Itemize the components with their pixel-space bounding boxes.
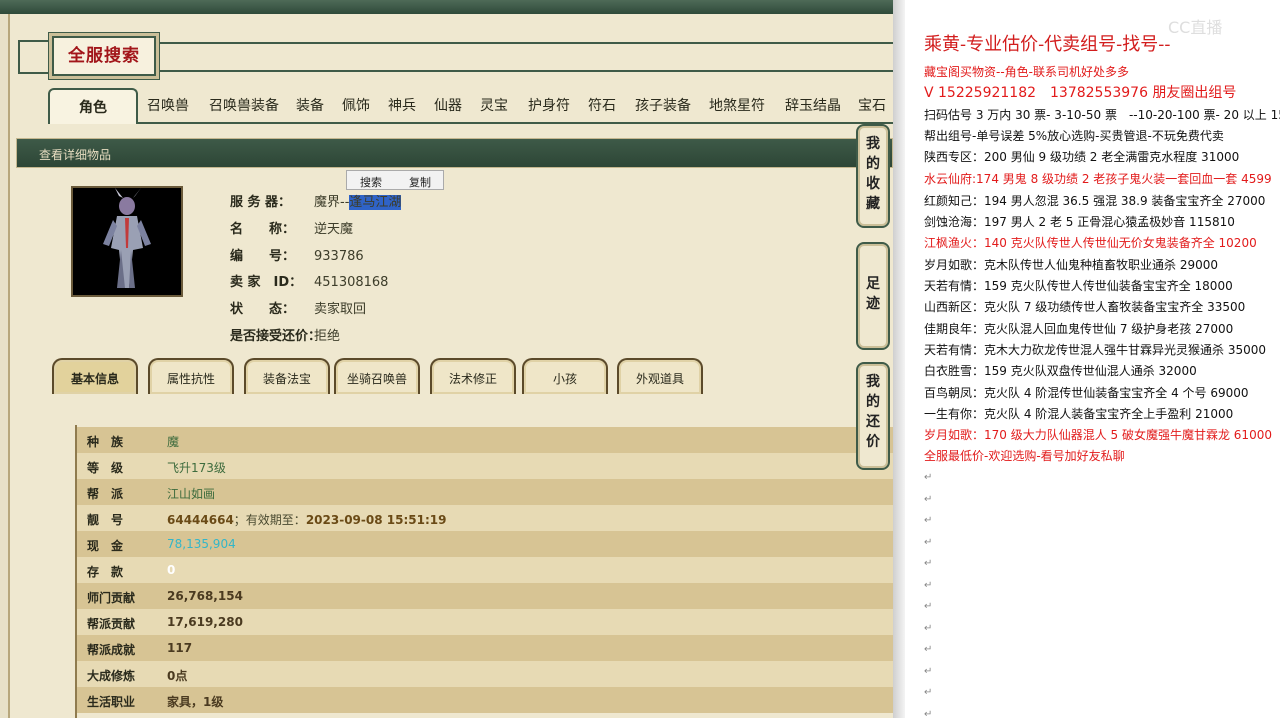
subtab-spell-correction[interactable]: 法术修正 xyxy=(430,358,516,394)
context-menu: 搜索 复制 xyxy=(346,170,444,190)
character-portrait xyxy=(71,186,183,297)
table-row: 大成修炼 0点 xyxy=(77,661,893,687)
notes-line: 岁月如歌：170 级大力队仙器混人 5 破女魔强牛魔甘霖龙 61000 xyxy=(924,428,1272,442)
table-row: 存 款0 xyxy=(77,557,893,583)
paragraph-mark-icon: ↵ xyxy=(924,472,933,483)
subtab-equipment[interactable]: 装备法宝 xyxy=(244,358,330,394)
paragraph-mark-icon: ↵ xyxy=(924,515,933,526)
selected-server-text[interactable]: 逢马江湖 xyxy=(349,195,402,210)
tab-immortal-artifact[interactable]: 仙器 xyxy=(430,88,466,122)
notes-line: 岁月如歌：克木队传世人仙鬼种植畜牧职业通杀 29000 xyxy=(924,258,1218,272)
panel-title: 全服搜索 xyxy=(68,46,140,66)
tab-spirit-treasure[interactable]: 灵宝 xyxy=(476,88,512,122)
paragraph-mark-icon: ↵ xyxy=(924,644,933,655)
side-tab-favorites[interactable]: 我的收藏 xyxy=(856,124,890,228)
notes-line: 全服最低价-欢迎选购-看号加好友私聊 xyxy=(924,449,1125,463)
subtab-mount-pet[interactable]: 坐骑召唤兽 xyxy=(334,358,420,394)
panel-divider xyxy=(893,0,905,718)
subtab-child[interactable]: 小孩 xyxy=(522,358,608,394)
table-row: 靓 号 64444664；有效期至：2023-09-08 15:51:19 xyxy=(77,505,893,531)
tab-child-equipment[interactable]: 孩子装备 xyxy=(630,88,696,122)
table-row: 帮派成就 117 xyxy=(77,635,893,661)
tab-accessory[interactable]: 佩饰 xyxy=(338,88,374,122)
notes-line: 剑蚀沧海：197 男人 2 老 5 正骨混心猿孟极妙音 115810 xyxy=(924,215,1235,229)
detail-subtabs: 基本信息 属性抗性 装备法宝 坐骑召唤兽 法术修正 小孩 外观道具 xyxy=(52,358,893,394)
tab-rune-stone[interactable]: 符石 xyxy=(584,88,620,122)
notes-line: 天若有情：159 克火队传世人传世仙装备宝宝齐全 18000 xyxy=(924,279,1233,293)
tab-pet[interactable]: 召唤兽 xyxy=(142,88,194,122)
tab-amulet[interactable]: 护身符 xyxy=(524,88,574,122)
paragraph-mark-icon: ↵ xyxy=(924,665,933,677)
table-row: 生活职业 家具，1级 xyxy=(77,687,893,713)
notes-line: 扫码估号 3 万内 30 票- 3-10-50 票 --10-20-100 票-… xyxy=(924,108,1280,122)
notes-line: 帮出组号-单号误差 5%放心选购-买贵管退-不玩免费代卖 xyxy=(924,129,1224,143)
notes-title: 乘黄-专业估价-代卖组号-找号-- xyxy=(924,34,1171,55)
category-tabs: 角色 召唤兽 召唤兽装备 装备 佩饰 神兵 仙器 灵宝 护身符 符石 孩子装备 … xyxy=(48,88,893,124)
info-name: 名 称： 逆天魔 xyxy=(230,222,354,237)
notes-line: 红颜知己：194 男人忽混 36.5 强混 38.9 装备宝宝齐全 27000 xyxy=(924,194,1266,208)
tab-divine-weapon[interactable]: 神兵 xyxy=(384,88,420,122)
info-offer: 是否接受还价：拒绝 xyxy=(230,329,341,344)
paragraph-mark-icon: ↵ xyxy=(924,687,933,698)
context-menu-search[interactable]: 搜索 xyxy=(360,174,382,190)
tab-pet-equipment[interactable]: 召唤兽装备 xyxy=(204,88,284,122)
detail-header-title: 查看详细物品 xyxy=(39,148,112,162)
table-row: 帮派贡献 17,619,280 xyxy=(77,609,893,635)
paragraph-mark-icon: ↵ xyxy=(924,493,933,505)
title-ornament xyxy=(18,40,48,74)
title-rail xyxy=(160,42,893,72)
tab-equipment[interactable]: 装备 xyxy=(292,88,328,122)
context-menu-copy[interactable]: 复制 xyxy=(409,174,431,190)
notes-line: 水云仙府:174 男鬼 8 级功绩 2 老孩子鬼火装一套回血一套 4599 xyxy=(924,172,1272,186)
tab-star-talisman[interactable]: 地煞星符 xyxy=(704,88,770,122)
table-row: 现 金 78,135,904 xyxy=(77,531,893,557)
tab-role[interactable]: 角色 xyxy=(48,88,138,124)
paragraph-mark-icon: ↵ xyxy=(924,579,933,591)
notes-line: 藏宝阁买物资--角色-联系司机好处多多 xyxy=(924,65,1129,79)
subtab-appearance[interactable]: 外观道具 xyxy=(617,358,703,394)
tab-jade-crystal[interactable]: 辞玉结晶 xyxy=(780,88,846,122)
subtab-attributes[interactable]: 属性抗性 xyxy=(148,358,234,394)
notes-line: 江枫渔火：140 克火队传世人传世仙无价女鬼装备齐全 10200 xyxy=(924,236,1257,250)
window-top-border xyxy=(0,0,893,14)
side-tabs: 我的收藏 足迹 我的还价 xyxy=(856,124,890,472)
screen: 全服搜索 角色 召唤兽 召唤兽装备 装备 佩饰 神兵 仙器 灵宝 护身符 符石 … xyxy=(0,0,1280,718)
notes-line: 一生有你：克火队 4 阶混人装备宝宝齐全上手盈利 21000 xyxy=(924,407,1234,421)
paragraph-mark-icon: ↵ xyxy=(924,622,933,634)
table-row: 等 级飞升173级 xyxy=(77,453,893,479)
notes-line: 百鸟朝凤：克火队 4 阶混传世仙装备宝宝齐全 4 个号 69000 xyxy=(924,386,1249,400)
subtab-basic-info[interactable]: 基本信息 xyxy=(52,358,138,394)
stream-watermark: CC直播 xyxy=(1168,18,1223,37)
table-row: 帮 派江山如画 xyxy=(77,479,893,505)
notes-line: 白衣胜雪：159 克火队双盘传世仙混人通杀 32000 xyxy=(924,364,1197,378)
paragraph-mark-icon: ↵ xyxy=(924,558,933,569)
notes-line: 佳期良年：克火队混人回血鬼传世仙 7 级护身老孩 27000 xyxy=(924,322,1234,336)
paragraph-mark-icon: ↵ xyxy=(924,536,933,548)
notes-line: V 15225921182 13782553976 朋友圈出组号 xyxy=(924,85,1237,101)
side-tab-my-offers[interactable]: 我的还价 xyxy=(856,362,890,470)
demon-character-icon xyxy=(103,188,151,288)
side-tab-history[interactable]: 足迹 xyxy=(856,242,890,350)
notes-line: 山西新区：克火队 7 级功绩传世人畜牧装备宝宝齐全 33500 xyxy=(924,300,1246,314)
detail-header-bar: 查看详细物品 xyxy=(16,138,893,168)
notes-line: 陕西专区：200 男仙 9 级功绩 2 老全满雷克水程度 31000 xyxy=(924,150,1240,164)
info-server: 服 务 器： 魔界--逢马江湖 xyxy=(230,195,402,210)
panel-title-box: 全服搜索 xyxy=(52,36,156,76)
notes-line: 天若有情：克木大力砍龙传世混人强牛甘霖异光灵猴通杀 35000 xyxy=(924,343,1266,357)
info-status: 状 态： 卖家取回 xyxy=(230,302,367,317)
table-row: 种 族魔 xyxy=(77,427,893,453)
notes-document: 乘黄-专业估价-代卖组号-找号-- 藏宝阁买物资--角色-联系司机好处多多 V … xyxy=(905,0,1280,718)
paragraph-mark-icon: ↵ xyxy=(924,601,933,612)
tab-gem[interactable]: 宝石 xyxy=(854,88,890,122)
table-row: 师门贡献 26,768,154 xyxy=(77,583,893,609)
info-id: 编 号： 933786 xyxy=(230,249,364,264)
game-window: 全服搜索 角色 召唤兽 召唤兽装备 装备 佩饰 神兵 仙器 灵宝 护身符 符石 … xyxy=(0,0,893,718)
basic-info-table: 种 族魔 等 级飞升173级 帮 派江山如画 靓 号 64444664；有效期至：… xyxy=(75,425,893,718)
paragraph-mark-icon: ↵ xyxy=(924,708,933,718)
info-seller: 卖 家 ID： 451308168 xyxy=(230,275,389,290)
